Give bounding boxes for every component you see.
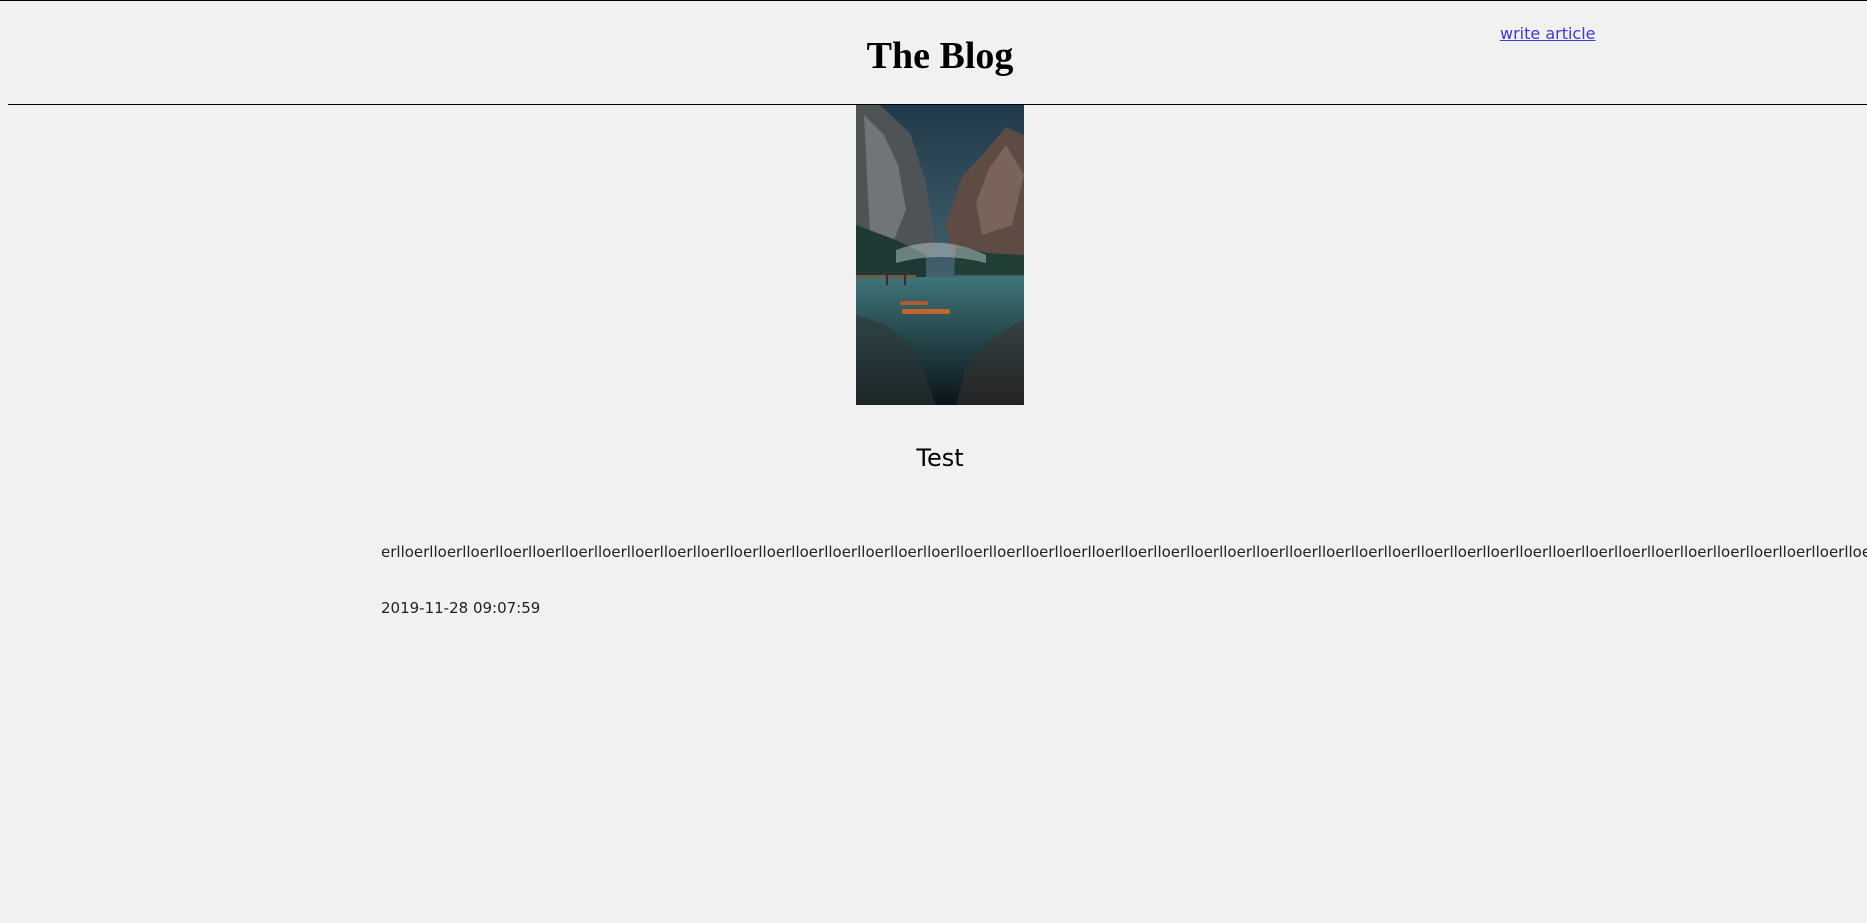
article-image bbox=[856, 105, 1024, 405]
site-header: The Blog write article bbox=[0, 0, 1867, 105]
article-body: erlloerlloerlloerlloerlloerlloerlloerllo… bbox=[381, 543, 1867, 561]
article-date: 2019-11-28 09:07:59 bbox=[381, 599, 541, 617]
write-article-link[interactable]: write article bbox=[1500, 24, 1596, 43]
landscape-photo-icon bbox=[856, 105, 1024, 405]
article-title: Test bbox=[916, 444, 964, 472]
